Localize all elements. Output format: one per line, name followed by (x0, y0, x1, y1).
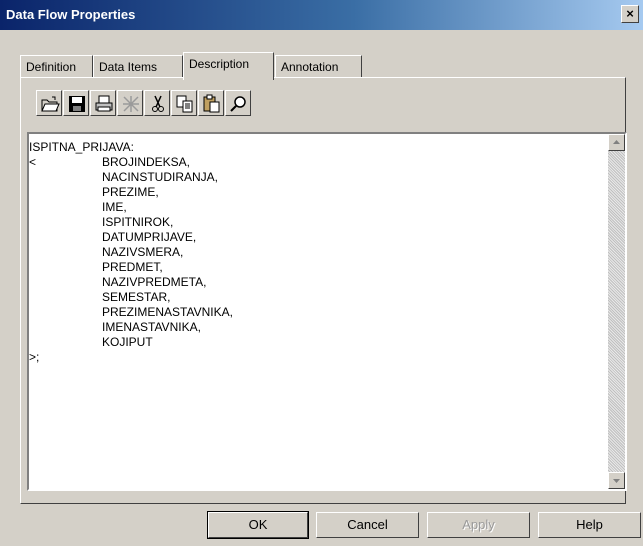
find-button[interactable] (225, 90, 251, 116)
description-line: SEMESTAR, (102, 290, 171, 304)
arrow-up-icon (613, 140, 620, 144)
description-line: NAZIVSMERA, (102, 245, 184, 259)
description-line: PREZIME, (102, 185, 159, 199)
dialog-window: Data Flow Properties × Definition Data I… (0, 0, 643, 546)
help-button[interactable]: Help (538, 512, 641, 538)
print-button[interactable] (90, 90, 116, 116)
paste-button[interactable] (198, 90, 224, 116)
cancel-button[interactable]: Cancel (316, 512, 419, 538)
description-line: ISPITNA_PRIJAVA: (29, 140, 134, 154)
tab-data-items[interactable]: Data Items (93, 55, 183, 78)
title-bar[interactable]: Data Flow Properties × (0, 0, 643, 30)
tab-annotation[interactable]: Annotation (275, 55, 362, 78)
scroll-up-button[interactable] (608, 134, 625, 151)
dialog-buttons: OK Cancel Apply Help (0, 511, 643, 539)
description-line: NACINSTUDIRANJA, (102, 170, 219, 184)
tab-definition[interactable]: Definition (20, 55, 93, 78)
description-line: IME, (102, 200, 127, 214)
apply-button[interactable]: Apply (427, 512, 530, 538)
cut-button[interactable] (144, 90, 170, 116)
description-line: NAZIVPREDMETA, (102, 275, 207, 289)
close-button[interactable]: × (621, 5, 639, 23)
open-button[interactable] (36, 90, 62, 116)
arrow-down-icon (613, 479, 620, 483)
clear-button[interactable] (117, 90, 143, 116)
description-line: KOJIPUT (102, 335, 153, 349)
description-line: IMENASTAVNIKA, (102, 320, 201, 334)
ok-button[interactable]: OK (207, 511, 309, 539)
scroll-down-button[interactable] (608, 472, 625, 489)
tab-description[interactable]: Description (183, 52, 274, 80)
description-line: >; (29, 350, 40, 364)
open-folder-icon (41, 96, 60, 112)
find-icon (230, 96, 246, 112)
copy-icon (176, 95, 193, 113)
description-line: DATUMPRIJAVE, (102, 230, 197, 244)
clear-icon (123, 96, 139, 112)
save-button[interactable] (63, 90, 89, 116)
paste-icon (203, 94, 220, 113)
description-editor[interactable]: ISPITNA_PRIJAVA: < BROJINDEKSA, NACINSTUD… (27, 132, 627, 491)
save-icon (69, 96, 85, 112)
description-line: < BROJINDEKSA, (29, 155, 191, 169)
description-text: ISPITNA_PRIJAVA: < BROJINDEKSA, NACINSTUD… (29, 140, 233, 365)
window-title: Data Flow Properties (6, 7, 136, 22)
description-line: PREZIMENASTAVNIKA, (102, 305, 233, 319)
print-icon (95, 95, 113, 112)
copy-button[interactable] (171, 90, 197, 116)
description-line: PREDMET, (102, 260, 163, 274)
description-line: ISPITNIROK, (102, 215, 174, 229)
cut-icon (152, 95, 164, 112)
vertical-scrollbar[interactable] (608, 134, 625, 489)
